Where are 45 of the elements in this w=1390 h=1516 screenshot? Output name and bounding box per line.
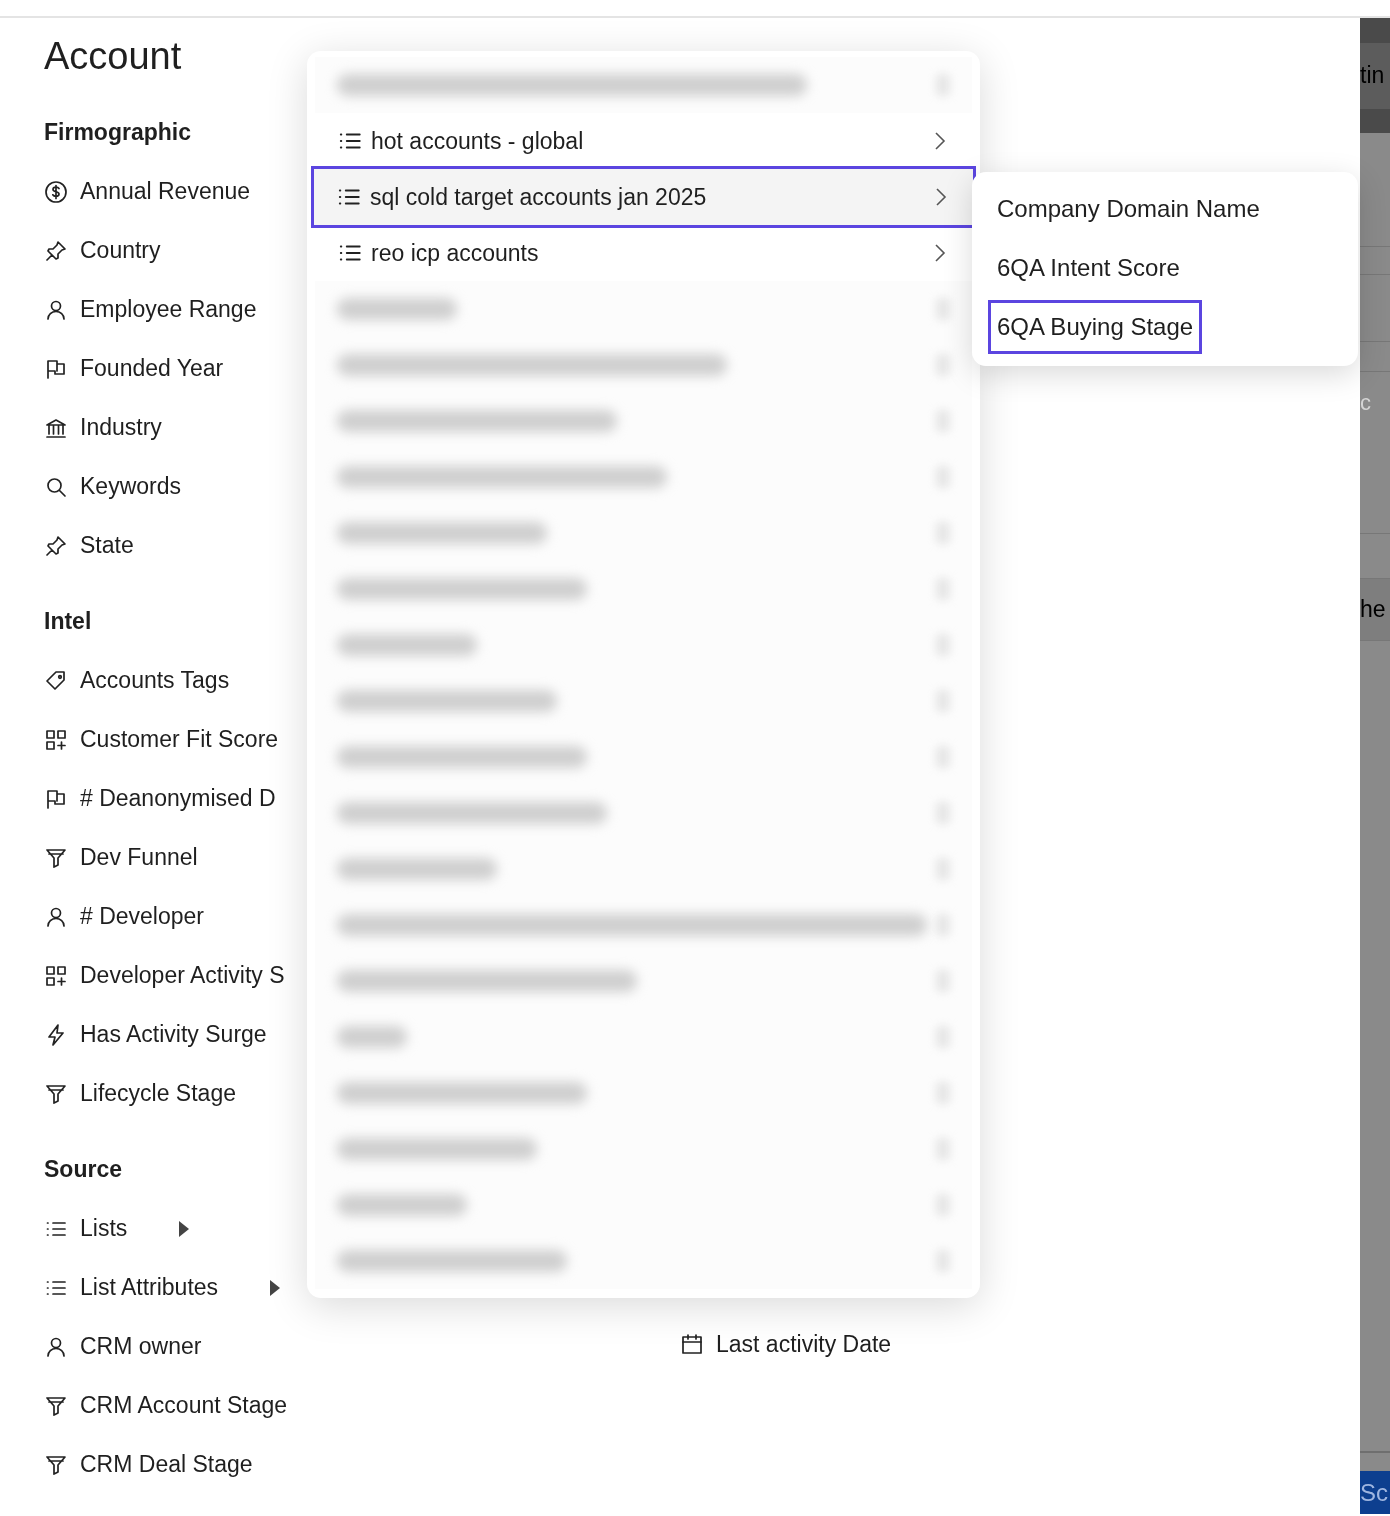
- attribute-item[interactable]: Has Activity Surge: [80, 1017, 267, 1052]
- attribute-menu-item[interactable]: Company Domain Name: [997, 190, 1260, 227]
- list-menu-item[interactable]: sql cold target accounts jan 2025: [314, 169, 973, 225]
- attribute-item[interactable]: Keywords: [80, 469, 181, 504]
- dollar-circle-icon: [44, 179, 68, 204]
- pin-icon: [44, 238, 68, 263]
- list-menu-item[interactable]: reo icp accounts: [315, 225, 972, 281]
- attribute-item[interactable]: CRM owner: [80, 1329, 202, 1364]
- list-menu-item[interactable]: hot accounts - global: [315, 113, 972, 169]
- section-heading: Intel: [44, 607, 93, 637]
- attribute-item[interactable]: Last activity Date: [716, 1327, 892, 1362]
- chevron-right-icon: [934, 131, 946, 151]
- attribute-item[interactable]: Country: [80, 233, 161, 268]
- attribute-item[interactable]: Employee Range: [80, 292, 257, 327]
- submit-button[interactable]: Sc: [1360, 1471, 1390, 1514]
- attribute-menu-item[interactable]: 6QA Buying Stage: [991, 302, 1200, 351]
- attribute-item[interactable]: Accounts Tags: [80, 663, 230, 698]
- section-heading: Firmographic: [44, 118, 192, 148]
- attribute-menu-item[interactable]: 6QA Intent Score: [997, 249, 1180, 286]
- grid-icon: [44, 963, 68, 988]
- panel-text: he: [1360, 579, 1390, 641]
- attribute-item[interactable]: # Deanonymised D: [80, 781, 276, 816]
- attribute-item[interactable]: Dev Funnel: [80, 840, 198, 875]
- calendar-icon: [680, 1332, 704, 1357]
- pin-icon: [44, 533, 68, 558]
- tag-icon: [44, 668, 68, 693]
- chevron-right-icon: [934, 243, 946, 263]
- attribute-item[interactable]: CRM Account Stage: [80, 1388, 288, 1423]
- grid-icon: [44, 727, 68, 752]
- attribute-item[interactable]: Annual Revenue: [80, 174, 251, 209]
- attribute-item[interactable]: Lists: [80, 1211, 128, 1246]
- attribute-item[interactable]: Developer Activity S: [80, 958, 285, 993]
- panel-text: c: [1360, 388, 1372, 417]
- section-heading: Source: [44, 1155, 123, 1185]
- attribute-item[interactable]: Customer Fit Score: [80, 722, 279, 757]
- attribute-item[interactable]: # Developer: [80, 899, 205, 934]
- attribute-item[interactable]: State: [80, 528, 134, 563]
- panel-text: tin: [1360, 42, 1390, 109]
- chevron-right-icon: [935, 187, 947, 207]
- attribute-item[interactable]: List Attributes: [80, 1270, 219, 1305]
- attribute-item[interactable]: Lifecycle Stage: [80, 1076, 236, 1111]
- attribute-item[interactable]: Industry: [80, 410, 162, 445]
- panel-title: Account: [44, 34, 183, 79]
- attribute-item[interactable]: Founded Year: [80, 351, 224, 386]
- attribute-item[interactable]: CRM Deal Stage: [80, 1447, 253, 1482]
